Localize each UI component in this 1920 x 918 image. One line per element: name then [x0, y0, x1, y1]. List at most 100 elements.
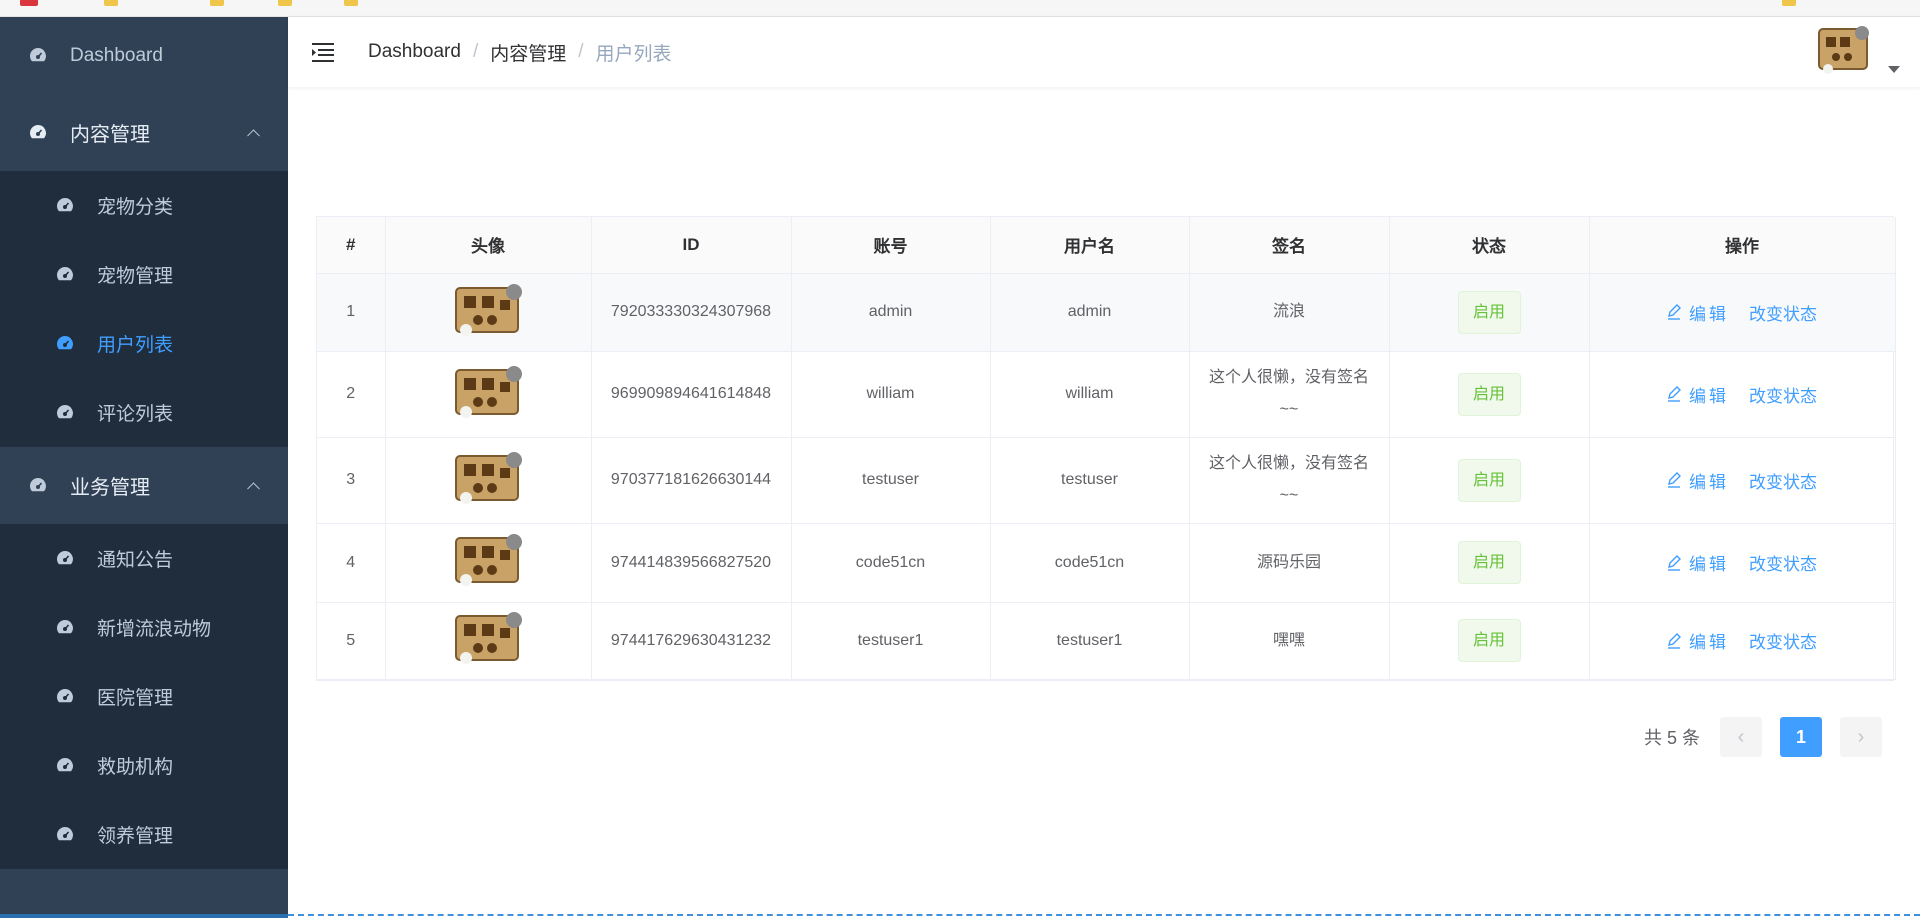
toggle-status-button[interactable]: 改变状态 — [1749, 628, 1817, 653]
row-index: 1 — [317, 273, 386, 352]
sidebar-item-dashboard[interactable]: Dashboard — [0, 17, 288, 94]
edit-icon — [1668, 554, 1681, 571]
edit-button[interactable]: 编辑 — [1667, 382, 1729, 407]
edit-label: 编辑 — [1689, 472, 1729, 492]
row-actions: 编辑 改变状态 — [1589, 437, 1896, 524]
toggle-status-button[interactable]: 改变状态 — [1749, 550, 1817, 575]
sidebar-item-user-list[interactable]: 用户列表 — [0, 309, 288, 378]
hamburger-menu-icon[interactable] — [311, 41, 335, 63]
sidebar-item-hospital[interactable]: 医院管理 — [0, 662, 288, 731]
row-id: 970377181626630144 — [591, 437, 792, 524]
sidebar-item-adoption[interactable]: 领养管理 — [0, 800, 288, 869]
sidebar-group-content[interactable]: 内容管理 — [0, 94, 288, 171]
row-status: 启用 — [1389, 602, 1590, 680]
bookmark-folder-icon[interactable] — [210, 0, 224, 6]
row-avatar — [385, 273, 592, 352]
row-avatar — [385, 523, 592, 603]
dashboard-icon — [28, 476, 48, 496]
toggle-status-button[interactable]: 改变状态 — [1749, 300, 1817, 325]
row-signature: 流浪 — [1189, 273, 1390, 352]
dashboard-icon — [55, 825, 75, 845]
pagination-total: 共 5 条 — [1643, 728, 1700, 748]
sidebar-item-pet-category[interactable]: 宠物分类 — [0, 171, 288, 240]
toggle-status-button[interactable]: 改变状态 — [1749, 382, 1817, 407]
sidebar-item-add-stray[interactable]: 新增流浪动物 — [0, 593, 288, 662]
sidebar-item-label: 宠物管理 — [97, 266, 174, 287]
bookmark-folder-icon[interactable] — [104, 0, 118, 6]
edit-icon — [1668, 386, 1681, 402]
row-avatar — [385, 437, 592, 524]
bookmark-folder-icon[interactable] — [1782, 0, 1796, 6]
bookmark-marker — [20, 0, 38, 6]
breadcrumb-item-current: 用户列表 — [595, 43, 672, 65]
row-username: testuser — [990, 437, 1190, 524]
edit-button[interactable]: 编辑 — [1667, 468, 1729, 493]
table-row: 4 974414839566827520 code51cn code51cn 源… — [317, 523, 1896, 603]
chevron-up-icon — [247, 481, 260, 495]
sidebar-item-pet-management[interactable]: 宠物管理 — [0, 240, 288, 309]
row-account: code51cn — [791, 523, 991, 603]
status-badge: 启用 — [1457, 458, 1521, 502]
column-header: # — [317, 217, 386, 274]
breadcrumb: Dashboard / 内容管理 / 用户列表 — [368, 39, 672, 66]
sidebar-item-notices[interactable]: 通知公告 — [0, 524, 288, 593]
row-id: 974417629630431232 — [591, 602, 792, 680]
pet-logo-thumbnail — [452, 532, 524, 588]
row-index: 4 — [317, 523, 386, 603]
edit-icon — [1668, 304, 1681, 320]
next-page-button[interactable]: › — [1840, 717, 1882, 757]
breadcrumb-item-content[interactable]: 内容管理 — [490, 39, 566, 66]
sidebar-item-rescue-org[interactable]: 救助机构 — [0, 731, 288, 800]
row-actions: 编辑 改变状态 — [1589, 273, 1896, 352]
edit-button[interactable]: 编辑 — [1667, 628, 1729, 653]
dashboard-icon — [55, 334, 75, 354]
row-signature: 嘿嘿 — [1189, 602, 1390, 680]
edit-button[interactable]: 编辑 — [1667, 550, 1729, 575]
bookmark-folder-icon[interactable] — [278, 0, 292, 6]
row-index: 3 — [317, 437, 386, 524]
pagination: 共 5 条 ‹ 1 › — [1644, 717, 1882, 757]
dashboard-icon — [55, 549, 75, 569]
table-header-row: # 头像 ID 账号 用户名 签名 状态 操作 — [317, 217, 1896, 274]
status-badge: 启用 — [1457, 541, 1521, 584]
sidebar-item-label: 救助机构 — [97, 757, 174, 778]
row-avatar — [385, 602, 592, 680]
sidebar-item-label: 用户列表 — [97, 335, 174, 356]
edit-label: 编辑 — [1689, 386, 1729, 406]
chevron-up-icon — [247, 128, 260, 142]
status-badge: 启用 — [1457, 619, 1521, 662]
row-signature: 这个人很懒，没有签名~~ — [1189, 351, 1390, 438]
dashboard-icon — [55, 687, 75, 707]
bookmark-folder-icon[interactable] — [344, 0, 358, 6]
sidebar-group-business[interactable]: 业务管理 — [0, 447, 288, 524]
sidebar-item-label: 宠物分类 — [97, 197, 174, 218]
breadcrumb-item-dashboard[interactable]: Dashboard — [368, 41, 461, 63]
sidebar-group-label: 业务管理 — [70, 477, 150, 499]
row-username: testuser1 — [990, 602, 1190, 680]
user-avatar-dropdown[interactable] — [1816, 23, 1900, 82]
sidebar-item-comment-list[interactable]: 评论列表 — [0, 378, 288, 447]
row-username: william — [990, 351, 1190, 438]
row-account: william — [791, 351, 991, 438]
browser-bookmark-bar — [0, 0, 1920, 17]
avatar[interactable] — [1816, 23, 1872, 82]
breadcrumb-separator: / — [578, 41, 584, 62]
edit-label: 编辑 — [1689, 555, 1729, 574]
edit-button[interactable]: 编辑 — [1667, 300, 1729, 325]
sidebar-group-label: 内容管理 — [70, 124, 150, 146]
row-actions: 编辑 改变状态 — [1589, 351, 1896, 438]
column-header: 账号 — [791, 217, 991, 274]
page-number-current[interactable]: 1 — [1780, 717, 1822, 757]
row-status: 启用 — [1389, 437, 1590, 524]
prev-page-button[interactable]: ‹ — [1720, 717, 1762, 757]
row-actions: 编辑 改变状态 — [1589, 523, 1896, 603]
toggle-status-button[interactable]: 改变状态 — [1749, 468, 1817, 493]
row-index: 2 — [317, 351, 386, 438]
row-actions: 编辑 改变状态 — [1589, 602, 1896, 680]
row-account: testuser — [791, 437, 991, 524]
sidebar-item-label: 领养管理 — [97, 826, 174, 847]
table-row: 5 974417629630431232 testuser1 testuser1… — [317, 602, 1896, 680]
column-header: ID — [591, 217, 792, 274]
row-signature: 源码乐园 — [1189, 523, 1390, 603]
edit-icon — [1668, 472, 1681, 488]
